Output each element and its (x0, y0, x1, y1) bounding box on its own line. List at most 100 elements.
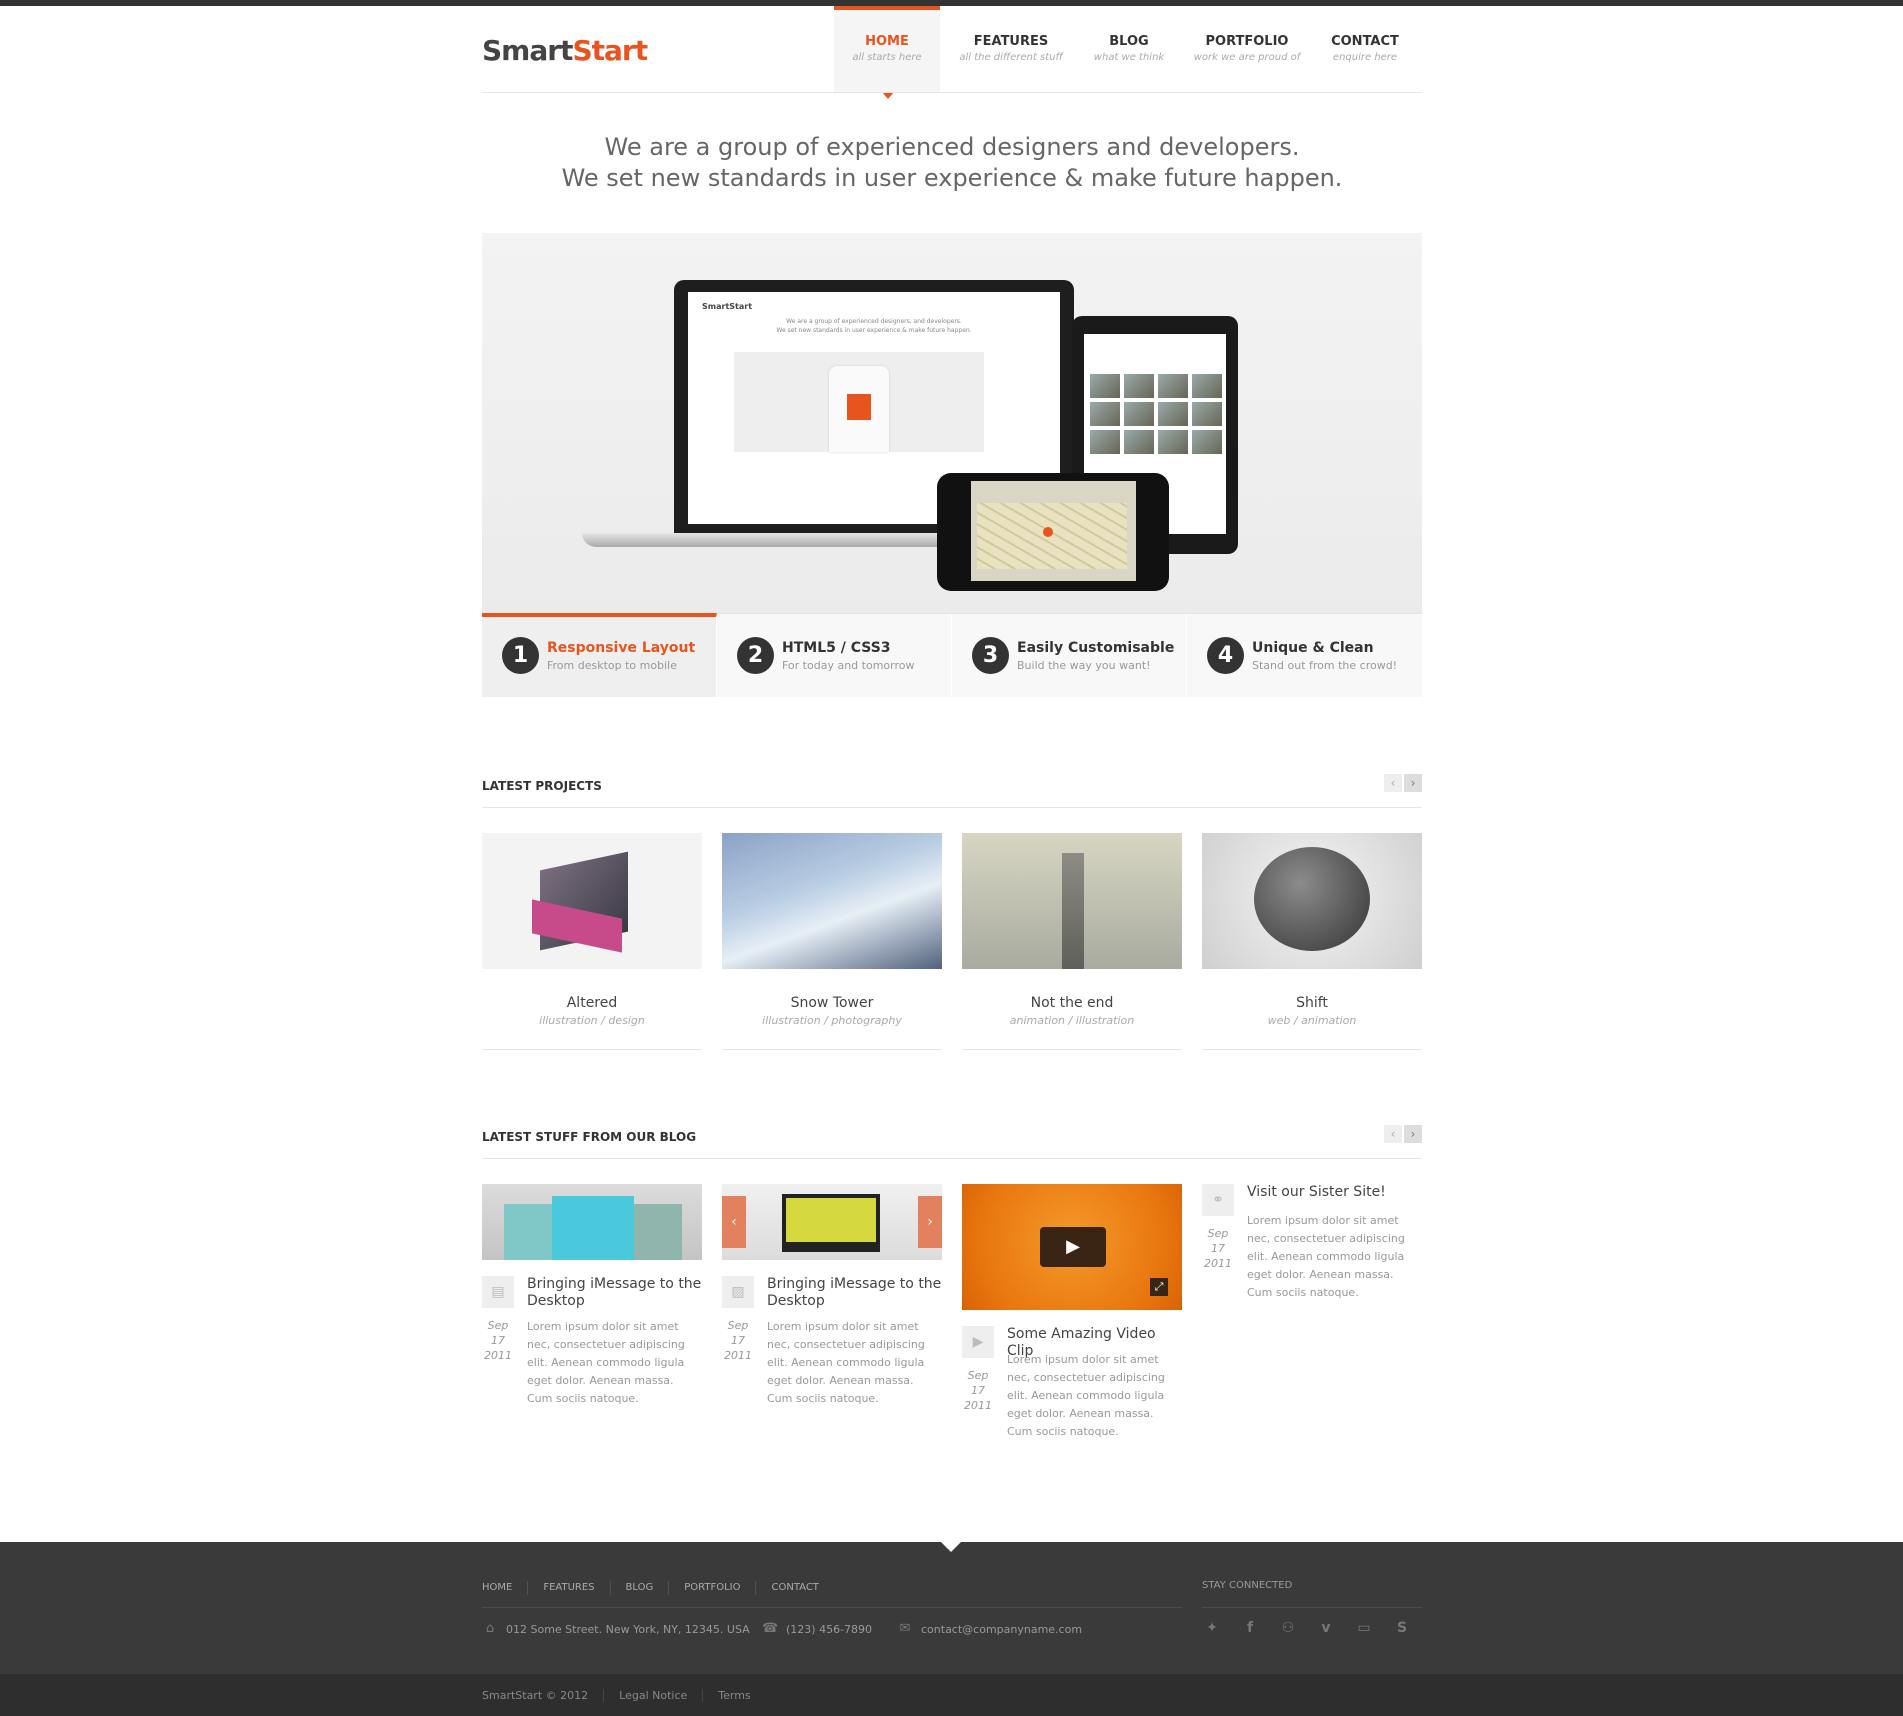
card-shape (632, 1204, 682, 1260)
bottom-bar (0, 1674, 1903, 1716)
projects-prev-button[interactable]: ‹ (1384, 774, 1402, 792)
feature-html5-css3[interactable]: 2 HTML5 / CSS3 For today and tomorrow (717, 614, 952, 698)
nav-sublabel: all the different stuff (959, 52, 1063, 63)
legal-notice-link[interactable]: Legal Notice (603, 1689, 702, 1702)
vimeo-icon[interactable]: v (1316, 1618, 1336, 1638)
post-date-year: 2011 (1204, 1257, 1232, 1270)
logo-part-2: Start (572, 34, 648, 67)
myspace-icon[interactable]: ⚇ (1278, 1618, 1298, 1638)
blog-posts: ▤ Sep 17 2011 Bringing iMessage to the D… (482, 1184, 1422, 1444)
post-date: Sep 17 2011 (722, 1318, 754, 1363)
project-image[interactable] (962, 833, 1182, 969)
nav-home[interactable]: HOME all starts here (834, 6, 940, 99)
project-divider (962, 1049, 1182, 1050)
document-icon: ▤ (482, 1276, 514, 1308)
feature-number: 2 (737, 637, 774, 674)
post-excerpt: Lorem ipsum dolor sit amet nec, consecte… (527, 1320, 685, 1405)
project-title[interactable]: Altered (482, 995, 702, 1011)
footer-link-home[interactable]: HOME (482, 1581, 527, 1595)
intro-text: We are a group of experienced designers … (482, 132, 1422, 194)
footer-link-contact[interactable]: CONTACT (755, 1581, 833, 1595)
post-image[interactable] (482, 1184, 702, 1260)
project-title[interactable]: Shift (1202, 995, 1422, 1011)
project-divider (1202, 1049, 1422, 1050)
gallery-next-button[interactable]: › (918, 1196, 942, 1248)
map-pin-icon (1043, 527, 1053, 537)
post-date-year: 2011 (724, 1349, 752, 1362)
post-date: Sep 17 2011 (962, 1368, 994, 1413)
mini-logo: SmartStart (702, 302, 753, 311)
gallery-icon: ▨ (722, 1276, 754, 1308)
phone-screen (971, 481, 1136, 581)
footer-link-blog[interactable]: BLOG (609, 1581, 669, 1595)
nav-contact[interactable]: CONTACT enquire here (1306, 6, 1424, 92)
video-player[interactable]: ▶ ⤢ (962, 1184, 1182, 1310)
project-card-snow-tower[interactable]: Snow Tower illustration / photography (722, 833, 942, 1050)
project-card-not-the-end[interactable]: Not the end animation / illustration (962, 833, 1182, 1050)
gallery-prev-button[interactable]: ‹ (722, 1196, 746, 1248)
blog-next-button[interactable]: › (1404, 1125, 1422, 1143)
footer-nav: HOME FEATURES BLOG PORTFOLIO CONTACT (482, 1581, 834, 1595)
projects-pager: ‹ › (1384, 774, 1422, 792)
address-text: 012 Some Street. New York, NY, 12345. US… (506, 1622, 750, 1636)
feature-title: Unique & Clean (1252, 640, 1374, 656)
blog-prev-button[interactable]: ‹ (1384, 1125, 1402, 1143)
feature-unique-clean[interactable]: 4 Unique & Clean Stand out from the crow… (1187, 614, 1422, 698)
intro-line-1: We are a group of experienced designers … (604, 133, 1300, 161)
projects-next-button[interactable]: › (1404, 774, 1422, 792)
html5-badge (847, 394, 871, 420)
project-card-altered[interactable]: Altered illustration / design (482, 833, 702, 1050)
blog-pager: ‹ › (1384, 1125, 1422, 1143)
nav-sublabel: enquire here (1332, 52, 1398, 63)
post-title[interactable]: Bringing iMessage to the Desktop (767, 1276, 942, 1310)
nav-portfolio[interactable]: PORTFOLIO work we are proud of (1188, 6, 1306, 92)
footer-divider-social (1202, 1607, 1422, 1608)
project-title[interactable]: Snow Tower (722, 995, 942, 1011)
footer-link-features[interactable]: FEATURES (527, 1581, 609, 1595)
stay-connected-heading: STAY CONNECTED (1202, 1580, 1293, 1591)
post-date-day: Sep 17 (487, 1319, 509, 1347)
blog-post: ▶ ⤢ ▶ Sep 17 2011 Some Amazing Video Cli… (962, 1184, 1182, 1444)
facebook-icon[interactable]: f (1240, 1618, 1260, 1638)
post-date-day: Sep 17 (727, 1319, 749, 1347)
nav-sublabel: what we think (1093, 52, 1165, 63)
tower-shape (1062, 853, 1084, 969)
mini-intro-2: We set new standards in user experience … (776, 327, 972, 334)
youtube-icon[interactable]: ▭ (1354, 1618, 1374, 1638)
twitter-icon[interactable]: ✦ (1202, 1618, 1222, 1638)
footer-phone: ☎ (123) 456-7890 (762, 1622, 872, 1636)
post-title[interactable]: Visit our Sister Site! (1247, 1184, 1422, 1201)
feature-subtitle: For today and tomorrow (782, 659, 915, 672)
feature-number: 3 (972, 637, 1009, 674)
project-title[interactable]: Not the end (962, 995, 1182, 1011)
project-card-shift[interactable]: Shift web / animation (1202, 833, 1422, 1050)
header-divider (482, 92, 1422, 93)
site-logo[interactable]: SmartStart (482, 34, 648, 67)
terms-link[interactable]: Terms (702, 1689, 765, 1702)
play-icon[interactable]: ▶ (1040, 1227, 1106, 1267)
project-image[interactable] (482, 833, 702, 969)
phone-device-image (937, 473, 1169, 591)
social-icons: ✦ f ⚇ v ▭ S (1202, 1618, 1412, 1638)
post-title[interactable]: Bringing iMessage to the Desktop (527, 1276, 702, 1310)
nav-features[interactable]: FEATURES all the different stuff (952, 6, 1070, 92)
feature-responsive-layout[interactable]: 1 Responsive Layout From desktop to mobi… (482, 613, 717, 697)
latest-blog-heading: LATEST STUFF FROM OUR BLOG (482, 1130, 697, 1144)
footer-link-portfolio[interactable]: PORTFOLIO (668, 1581, 755, 1595)
active-indicator (882, 92, 894, 99)
project-image[interactable] (1202, 833, 1422, 969)
nav-label: FEATURES (973, 34, 1049, 49)
mini-intro-1: We are a group of experienced designers,… (786, 318, 962, 325)
map-image (977, 503, 1127, 569)
feature-easily-customisable[interactable]: 3 Easily Customisable Build the way you … (952, 614, 1187, 698)
latest-projects-heading: LATEST PROJECTS (482, 779, 602, 793)
skype-icon[interactable]: S (1392, 1618, 1412, 1638)
fullscreen-icon[interactable]: ⤢ (1150, 1278, 1168, 1296)
feature-number: 1 (502, 637, 539, 674)
project-image[interactable] (722, 833, 942, 969)
copyright-text: SmartStart © 2012 (482, 1689, 589, 1702)
email-text[interactable]: contact@companyname.com (921, 1623, 1082, 1636)
nav-blog[interactable]: BLOG what we think (1070, 6, 1188, 92)
footer-email[interactable]: ✉ contact@companyname.com (897, 1622, 1083, 1636)
projects-divider (482, 807, 1422, 808)
